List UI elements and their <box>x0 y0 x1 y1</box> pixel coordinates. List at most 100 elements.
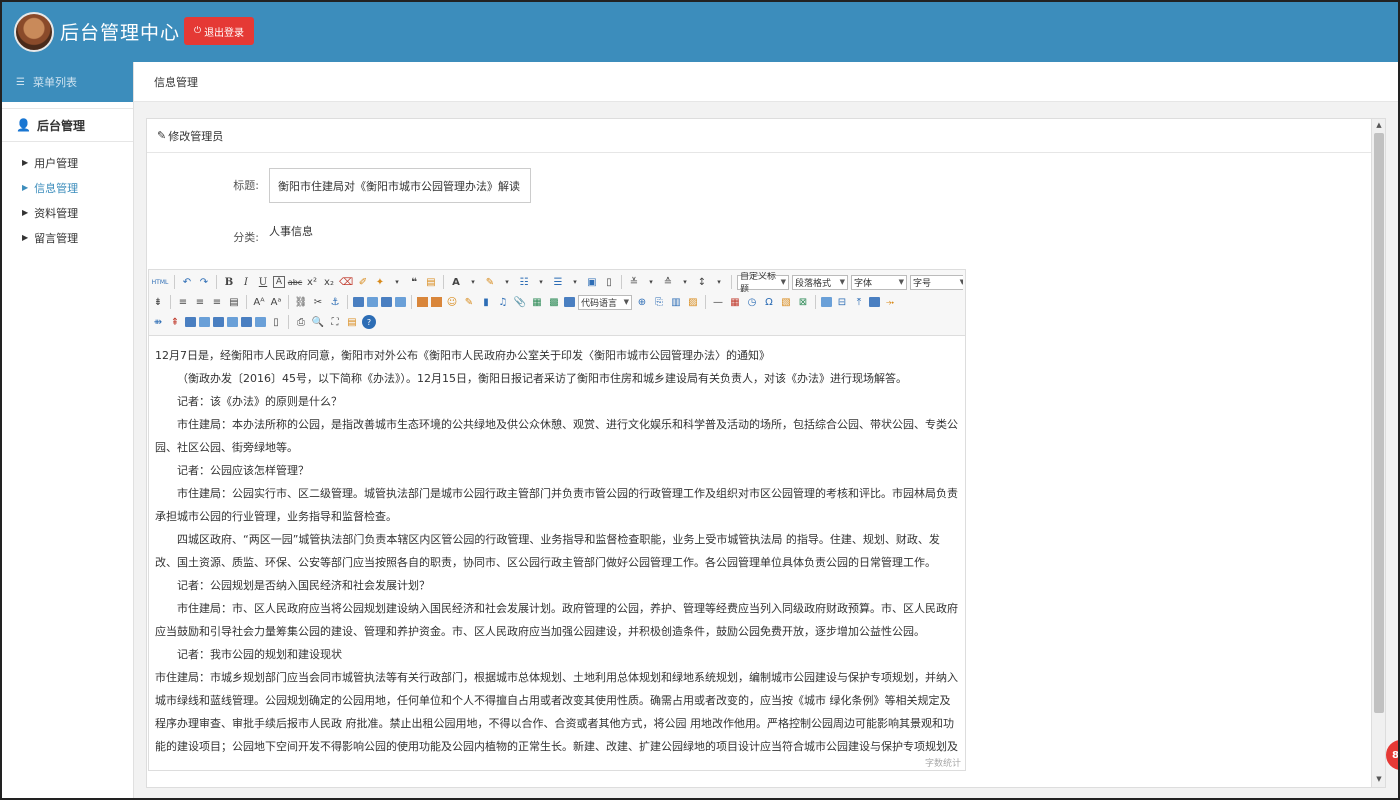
split-to-cols-icon[interactable] <box>255 317 266 327</box>
scrawl-icon[interactable]: ✎ <box>462 295 476 309</box>
font-border-icon[interactable]: A <box>273 276 285 288</box>
horizontal-rule-icon[interactable]: — <box>711 295 725 309</box>
undo-icon[interactable]: ↶ <box>180 275 194 289</box>
ordered-list-icon[interactable]: ☷ <box>517 275 531 289</box>
split-to-cells-icon[interactable] <box>227 317 238 327</box>
map-icon[interactable]: ▦ <box>530 295 544 309</box>
chevron-down-icon[interactable]: ▾ <box>500 275 514 289</box>
justify-indent-icon[interactable]: ⇟ <box>151 295 165 309</box>
chevron-down-icon[interactable]: ▾ <box>712 275 726 289</box>
wordimage-icon[interactable]: ▧ <box>779 295 793 309</box>
delete-table-icon[interactable]: ⊟ <box>835 295 849 309</box>
chevron-down-icon[interactable]: ▾ <box>466 275 480 289</box>
help-icon[interactable]: ? <box>362 315 376 329</box>
strikethrough-icon[interactable]: abc <box>288 275 302 289</box>
logout-button[interactable]: ⏻ 退出登录 <box>184 17 254 45</box>
chevron-down-icon[interactable]: ▾ <box>644 275 658 289</box>
font-color-icon[interactable]: A <box>449 275 463 289</box>
code-language-select[interactable]: 代码语言 ▼ <box>578 294 632 310</box>
touppercase-icon[interactable]: Aᴬ <box>252 295 266 309</box>
scroll-up-icon[interactable]: ▲ <box>1374 121 1384 131</box>
underline-icon[interactable]: U <box>256 275 270 289</box>
align-center-icon[interactable]: ≡ <box>193 295 207 309</box>
insert-video-icon[interactable]: ▮ <box>479 295 493 309</box>
chart-icon[interactable]: ▯ <box>269 315 283 329</box>
font-family-select[interactable]: 字体 ▼ <box>851 274 907 290</box>
merge-down-icon[interactable] <box>213 317 224 327</box>
chevron-down-icon[interactable]: ▾ <box>678 275 692 289</box>
blockquote-icon[interactable]: ❝ <box>407 275 421 289</box>
background-color-icon[interactable]: ✎ <box>483 275 497 289</box>
image-right-icon[interactable] <box>381 297 392 307</box>
align-left-icon[interactable]: ≡ <box>176 295 190 309</box>
chevron-down-icon[interactable]: ▾ <box>534 275 548 289</box>
music-icon[interactable]: ♫ <box>496 295 510 309</box>
emotion-icon[interactable]: ☺ <box>445 295 459 309</box>
html-source-button[interactable]: HTML <box>151 275 169 289</box>
time-icon[interactable]: ◷ <box>745 295 759 309</box>
image-center-icon[interactable] <box>395 297 406 307</box>
gmap-icon[interactable]: ▩ <box>547 295 561 309</box>
sidebar-group-admin[interactable]: 👤 后台管理 <box>2 108 133 142</box>
insert-frame-icon[interactable] <box>564 297 575 307</box>
template-icon[interactable]: ▥ <box>669 295 683 309</box>
row-spacing-bottom-icon[interactable]: ≙ <box>661 275 675 289</box>
unordered-list-icon[interactable]: ☰ <box>551 275 565 289</box>
remove-format-icon[interactable]: ⌫ <box>339 275 353 289</box>
drafts-icon[interactable]: ▤ <box>345 315 359 329</box>
anchor-icon[interactable]: ⚓ <box>328 295 342 309</box>
chevron-down-icon[interactable]: ▾ <box>568 275 582 289</box>
preview-icon[interactable]: 🔍 <box>311 315 325 329</box>
align-right-icon[interactable]: ≡ <box>210 295 224 309</box>
insert-code-icon[interactable]: ⊕ <box>635 295 649 309</box>
unlink-icon[interactable]: ✂ <box>311 295 325 309</box>
sidebar-item-info[interactable]: ▶ 信息管理 <box>2 175 133 200</box>
attachment-icon[interactable]: 📎 <box>513 295 527 309</box>
title-input[interactable] <box>269 168 531 203</box>
font-size-select[interactable]: 字号 ▼ <box>910 274 963 290</box>
italic-icon[interactable]: I <box>239 275 253 289</box>
scroll-down-icon[interactable]: ▼ <box>1374 775 1384 785</box>
line-height-icon[interactable]: ↕ <box>695 275 709 289</box>
superscript-icon[interactable]: x² <box>305 275 319 289</box>
page-break-icon[interactable]: ⎘ <box>652 295 666 309</box>
select-all-icon[interactable]: ▣ <box>585 275 599 289</box>
sidebar-item-materials[interactable]: ▶ 资料管理 <box>2 200 133 225</box>
auto-typeset-icon[interactable]: ✦ <box>373 275 387 289</box>
subscript-icon[interactable]: x₂ <box>322 275 336 289</box>
date-icon[interactable]: ▦ <box>728 295 742 309</box>
simple-upload-icon[interactable] <box>417 297 428 307</box>
scrollbar-thumb[interactable] <box>1374 133 1384 713</box>
user-avatar[interactable] <box>14 12 54 52</box>
delete-col-icon[interactable]: ⇞ <box>168 315 182 329</box>
insert-paragraph-before-table-icon[interactable]: ⤒ <box>852 295 866 309</box>
search-icon[interactable]: ⛶ <box>328 315 342 329</box>
custom-title-select[interactable]: 自定义标题 ▼ <box>737 272 789 292</box>
background-icon[interactable]: ▨ <box>686 295 700 309</box>
link-icon[interactable]: ⛓ <box>294 295 308 309</box>
breadcrumb[interactable]: 信息管理 <box>154 74 198 90</box>
split-to-rows-icon[interactable] <box>241 317 252 327</box>
format-match-icon[interactable]: ✐ <box>356 275 370 289</box>
redo-icon[interactable]: ↷ <box>197 275 211 289</box>
print-icon[interactable]: ⎙ <box>294 315 308 329</box>
row-spacing-top-icon[interactable]: ≚ <box>627 275 641 289</box>
vertical-scrollbar[interactable]: ▲ ▼ <box>1371 119 1385 787</box>
sidebar-item-messages[interactable]: ▶ 留言管理 <box>2 225 133 250</box>
image-none-icon[interactable] <box>353 297 364 307</box>
paragraph-select[interactable]: 段落格式 ▼ <box>792 274 848 290</box>
merge-right-icon[interactable] <box>199 317 210 327</box>
delete-row-icon[interactable]: ⤞ <box>883 295 897 309</box>
sidebar-item-users[interactable]: ▶ 用户管理 <box>2 150 133 175</box>
insert-col-icon[interactable]: ⇻ <box>151 315 165 329</box>
paste-plain-icon[interactable]: ▤ <box>424 275 438 289</box>
insert-image-icon[interactable] <box>431 297 442 307</box>
insert-table-icon[interactable] <box>821 297 832 307</box>
search-replace-icon[interactable]: ⊠ <box>796 295 810 309</box>
insert-row-icon[interactable] <box>869 297 880 307</box>
tolowercase-icon[interactable]: Aᵃ <box>269 295 283 309</box>
bold-icon[interactable]: B <box>222 275 236 289</box>
special-chars-icon[interactable]: Ω <box>762 295 776 309</box>
chevron-down-icon[interactable]: ▾ <box>390 275 404 289</box>
editor-content[interactable]: 12月7日是，经衡阳市人民政府同意，衡阳市对外公布《衡阳市人民政府办公室关于印发… <box>149 336 965 754</box>
